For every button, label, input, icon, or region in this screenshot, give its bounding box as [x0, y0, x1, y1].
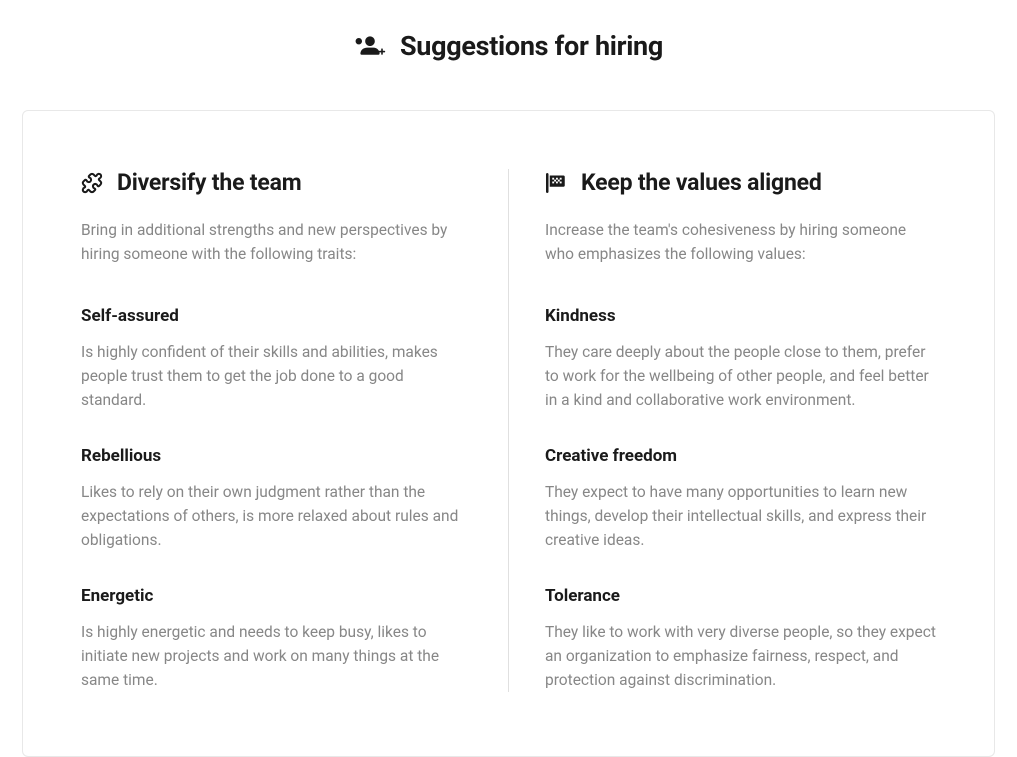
trait-desc: They like to work with very diverse peop… [545, 620, 936, 692]
trait-item: Tolerance They like to work with very di… [545, 586, 936, 692]
trait-item: Self-assured Is highly confident of thei… [81, 306, 472, 412]
trait-name: Kindness [545, 306, 936, 326]
column-intro: Increase the team's cohesiveness by hiri… [545, 218, 936, 266]
trait-item: Rebellious Likes to rely on their own ju… [81, 446, 472, 552]
flag-icon [545, 172, 567, 194]
add-user-icon [354, 33, 386, 59]
trait-desc: Is highly energetic and needs to keep bu… [81, 620, 472, 692]
trait-desc: Is highly confident of their skills and … [81, 340, 472, 412]
trait-name: Creative freedom [545, 446, 936, 466]
diversify-column: Diversify the team Bring in additional s… [81, 169, 508, 692]
trait-name: Rebellious [81, 446, 472, 466]
page-header: Suggestions for hiring [0, 30, 1017, 62]
column-title: Keep the values aligned [581, 169, 822, 196]
trait-item: Energetic Is highly energetic and needs … [81, 586, 472, 692]
column-header: Keep the values aligned [545, 169, 936, 196]
suggestions-card: Diversify the team Bring in additional s… [22, 110, 995, 757]
trait-item: Creative freedom They expect to have man… [545, 446, 936, 552]
trait-name: Self-assured [81, 306, 472, 326]
trait-desc: They care deeply about the people close … [545, 340, 936, 412]
values-column: Keep the values aligned Increase the tea… [508, 169, 936, 692]
column-header: Diversify the team [81, 169, 472, 196]
puzzle-icon [81, 172, 103, 194]
page-title: Suggestions for hiring [400, 30, 663, 62]
trait-name: Energetic [81, 586, 472, 606]
column-intro: Bring in additional strengths and new pe… [81, 218, 472, 266]
trait-desc: They expect to have many opportunities t… [545, 480, 936, 552]
trait-desc: Likes to rely on their own judgment rath… [81, 480, 472, 552]
trait-item: Kindness They care deeply about the peop… [545, 306, 936, 412]
column-title: Diversify the team [117, 169, 301, 196]
trait-name: Tolerance [545, 586, 936, 606]
